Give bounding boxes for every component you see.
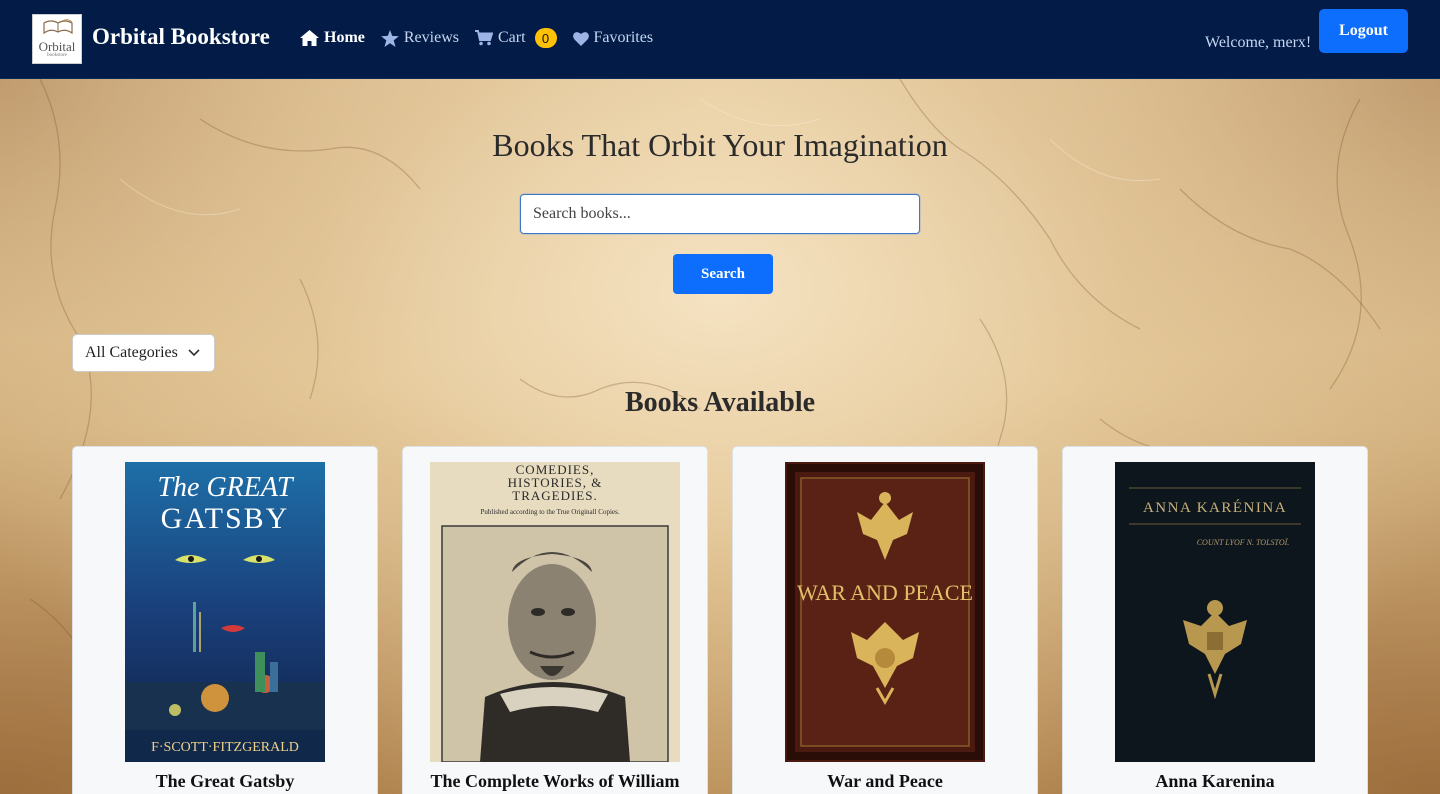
book-title[interactable]: War and Peace xyxy=(733,771,1037,792)
nav-reviews-label: Reviews xyxy=(403,29,459,46)
svg-text:GATSBY: GATSBY xyxy=(161,502,290,535)
book-title[interactable]: The Great Gatsby xyxy=(73,771,377,792)
logout-button[interactable]: Logout xyxy=(1319,9,1408,53)
logo-subtitle: bookstore xyxy=(47,53,67,58)
book-cover-image[interactable]: WAR AND PEACE xyxy=(785,462,985,762)
home-icon xyxy=(300,30,319,46)
book-card[interactable]: ANNA KARÉNINA COUNT LYOF N. TOLSTOÏ. Ann… xyxy=(1062,446,1368,794)
nav-favorites-label: Favorites xyxy=(593,29,654,46)
svg-text:F·SCOTT·FITZGERALD: F·SCOTT·FITZGERALD xyxy=(151,740,299,755)
open-book-icon xyxy=(43,19,73,35)
book-cover-image[interactable]: COMEDIES, HISTORIES, & TRAGEDIES. Publis… xyxy=(430,462,680,762)
book-title[interactable]: The Complete Works of William xyxy=(403,771,707,792)
svg-text:The GREAT: The GREAT xyxy=(157,472,294,503)
anna-karenina-cover-art: ANNA KARÉNINA COUNT LYOF N. TOLSTOÏ. xyxy=(1115,462,1315,762)
svg-text:Published according to the Tru: Published according to the True Original… xyxy=(480,508,619,516)
gatsby-cover-art: The GREAT GATSBY F·SCOTT·FITZGERALD xyxy=(125,462,325,762)
heart-icon xyxy=(572,31,589,46)
logo-word: Orbital xyxy=(38,39,76,54)
war-and-peace-cover-art: WAR AND PEACE xyxy=(785,462,985,762)
navbar: Orbital bookstore Orbital Bookstore Home… xyxy=(0,0,1440,79)
nav-home[interactable]: Home xyxy=(300,29,365,47)
category-selected-label: All Categories xyxy=(85,344,178,361)
svg-text:TRAGEDIES.: TRAGEDIES. xyxy=(512,488,597,503)
books-available-title: Books Available xyxy=(624,387,816,418)
nav-home-label: Home xyxy=(324,29,365,46)
brand-logo[interactable]: Orbital bookstore xyxy=(32,14,82,64)
welcome-message: Welcome, merx! xyxy=(1205,34,1312,51)
book-cover-image[interactable]: ANNA KARÉNINA COUNT LYOF N. TOLSTOÏ. xyxy=(1115,462,1315,762)
cart-count-badge: 0 xyxy=(534,28,557,48)
nav-links: Home Reviews Cart 0 Favorites xyxy=(300,28,669,48)
svg-text:COUNT LYOF N. TOLSTOÏ.: COUNT LYOF N. TOLSTOÏ. xyxy=(1197,538,1290,547)
chevron-down-icon xyxy=(188,349,200,357)
search-input[interactable] xyxy=(520,194,920,234)
shakespeare-cover-art: COMEDIES, HISTORIES, & TRAGEDIES. Publis… xyxy=(430,462,680,762)
cart-icon xyxy=(474,30,493,46)
nav-cart-label: Cart xyxy=(497,29,526,46)
book-card[interactable]: WAR AND PEACE War and Peace xyxy=(732,446,1038,794)
book-card[interactable]: COMEDIES, HISTORIES, & TRAGEDIES. Publis… xyxy=(402,446,708,794)
svg-text:WAR AND PEACE: WAR AND PEACE xyxy=(797,580,973,605)
star-icon xyxy=(381,29,399,47)
svg-text:ANNA KARÉNINA: ANNA KARÉNINA xyxy=(1143,499,1287,516)
category-dropdown[interactable]: All Categories xyxy=(72,334,215,372)
brand-name[interactable]: Orbital Bookstore xyxy=(92,24,270,50)
nav-favorites[interactable]: Favorites xyxy=(572,29,654,47)
nav-reviews[interactable]: Reviews xyxy=(381,29,459,47)
book-card[interactable]: The GREAT GATSBY F·SCOTT·FITZGERALD The … xyxy=(72,446,378,794)
hero-title: Books That Orbit Your Imagination xyxy=(492,127,948,163)
nav-cart[interactable]: Cart 0 xyxy=(474,28,557,48)
search-button[interactable]: Search xyxy=(673,254,773,294)
book-cover-image[interactable]: The GREAT GATSBY F·SCOTT·FITZGERALD xyxy=(125,462,325,762)
book-title[interactable]: Anna Karenina xyxy=(1063,771,1367,792)
